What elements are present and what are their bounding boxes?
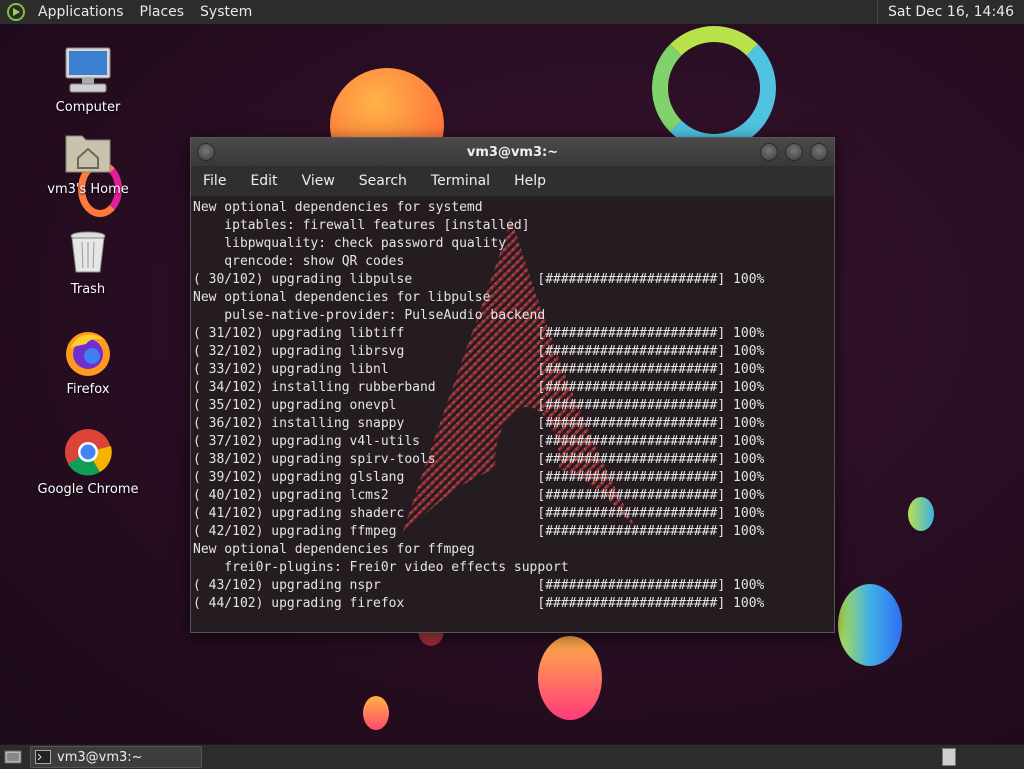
terminal-line: ( 32/102) upgrading librsvg [###########… xyxy=(193,344,765,359)
desktop-icon-trash[interactable]: Trash xyxy=(33,226,143,297)
computer-icon xyxy=(65,47,111,93)
window-menu-button[interactable] xyxy=(197,143,215,161)
desktop-icon-chrome[interactable]: Google Chrome xyxy=(33,426,143,497)
terminal-line: ( 33/102) upgrading libnl [#############… xyxy=(193,362,765,377)
taskbar-item-terminal[interactable]: vm3@vm3:~ xyxy=(30,746,202,768)
terminal-line: New optional dependencies for ffmpeg xyxy=(193,542,475,557)
terminal-line: ( 34/102) installing rubberband [#######… xyxy=(193,380,765,395)
desktop-icon-label: Firefox xyxy=(66,382,110,397)
terminal-line: New optional dependencies for libpulse xyxy=(193,290,491,305)
desktop-icon-label: vm3's Home xyxy=(47,182,129,197)
terminal-line: ( 42/102) upgrading ffmpeg [############… xyxy=(193,524,765,539)
places-menu[interactable]: Places xyxy=(132,0,193,24)
terminal-line: ( 36/102) installing snappy [###########… xyxy=(193,416,765,431)
desktop-icon-firefox[interactable]: Firefox xyxy=(33,326,143,397)
taskbar-item-label: vm3@vm3:~ xyxy=(57,749,143,765)
terminal-line: ( 43/102) upgrading nspr [##############… xyxy=(193,578,765,593)
menu-file[interactable]: File xyxy=(191,166,238,196)
menu-help[interactable]: Help xyxy=(502,166,558,196)
clock[interactable]: Sat Dec 16, 14:46 xyxy=(876,0,1024,24)
desktop-icon-label: Computer xyxy=(55,100,121,115)
terminal-lines: New optional dependencies for systemd ip… xyxy=(191,197,834,613)
mate-logo-icon[interactable] xyxy=(6,2,26,22)
show-desktop-icon[interactable] xyxy=(4,749,22,765)
terminal-line: libpwquality: check password quality xyxy=(193,236,507,251)
terminal-line: ( 31/102) upgrading libtiff [###########… xyxy=(193,326,765,341)
trash-icon xyxy=(70,231,106,273)
workspace-switcher[interactable] xyxy=(942,748,956,766)
wallpaper-small-blue-ball xyxy=(908,497,934,531)
wallpaper-tiny-ball xyxy=(363,696,389,730)
terminal-titlebar[interactable]: vm3@vm3:~ xyxy=(191,138,834,166)
wallpaper-pink-ball xyxy=(538,636,602,720)
bottom-panel: vm3@vm3:~ xyxy=(0,744,1024,769)
desktop-icon-computer[interactable]: Computer xyxy=(33,44,143,115)
terminal-line: ( 39/102) upgrading glslang [###########… xyxy=(193,470,765,485)
close-button[interactable] xyxy=(810,143,828,161)
desktop-icon-label: Google Chrome xyxy=(37,482,139,497)
terminal-line: New optional dependencies for systemd xyxy=(193,200,483,215)
home-folder-icon xyxy=(65,135,111,173)
terminal-line: pulse-native-provider: PulseAudio backen… xyxy=(193,308,546,323)
terminal-output[interactable]: New optional dependencies for systemd ip… xyxy=(191,197,834,632)
terminal-icon xyxy=(35,750,51,764)
menu-terminal[interactable]: Terminal xyxy=(419,166,502,196)
terminal-line: ( 40/102) upgrading lcms2 [#############… xyxy=(193,488,765,503)
chrome-icon xyxy=(65,429,112,476)
terminal-line: iptables: firewall features [installed] xyxy=(193,218,530,233)
terminal-menubar: File Edit View Search Terminal Help xyxy=(191,166,834,197)
terminal-line: frei0r-plugins: Frei0r video effects sup… xyxy=(193,560,569,575)
top-panel: Applications Places System Sat Dec 16, 1… xyxy=(0,0,1024,25)
system-menu[interactable]: System xyxy=(192,0,260,24)
terminal-line: ( 37/102) upgrading v4l-utils [#########… xyxy=(193,434,765,449)
wallpaper-blue-ball xyxy=(838,584,902,666)
desktop-icon-label: Trash xyxy=(70,282,106,297)
wallpaper-ring xyxy=(652,26,776,150)
terminal-window[interactable]: vm3@vm3:~ File Edit View Search Terminal… xyxy=(190,137,835,633)
terminal-line: ( 30/102) upgrading libpulse [##########… xyxy=(193,272,765,287)
firefox-icon xyxy=(66,332,110,376)
terminal-line: ( 35/102) upgrading onevpl [############… xyxy=(193,398,765,413)
maximize-button[interactable] xyxy=(785,143,803,161)
minimize-button[interactable] xyxy=(760,143,778,161)
terminal-line: qrencode: show QR codes xyxy=(193,254,405,269)
terminal-line: ( 44/102) upgrading firefox [###########… xyxy=(193,596,765,611)
terminal-title: vm3@vm3:~ xyxy=(466,144,559,160)
terminal-line: ( 41/102) upgrading shaderc [###########… xyxy=(193,506,765,521)
applications-menu[interactable]: Applications xyxy=(30,0,132,24)
terminal-line: ( 38/102) upgrading spirv-tools [#######… xyxy=(193,452,765,467)
desktop-icon-home[interactable]: vm3's Home xyxy=(33,126,143,197)
menu-edit[interactable]: Edit xyxy=(238,166,289,196)
menu-search[interactable]: Search xyxy=(347,166,419,196)
menu-view[interactable]: View xyxy=(290,166,347,196)
